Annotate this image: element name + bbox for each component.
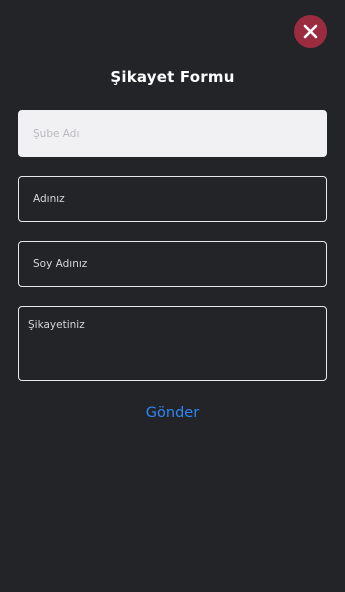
submit-button[interactable]: Gönder bbox=[0, 405, 345, 421]
first-name-input[interactable] bbox=[18, 176, 327, 222]
close-button[interactable] bbox=[294, 15, 327, 48]
page-title: Şikayet Formu bbox=[110, 68, 235, 86]
complaint-textarea[interactable] bbox=[18, 306, 327, 381]
last-name-input[interactable] bbox=[18, 241, 327, 287]
close-icon bbox=[303, 24, 318, 39]
branch-name-input[interactable] bbox=[18, 110, 327, 157]
